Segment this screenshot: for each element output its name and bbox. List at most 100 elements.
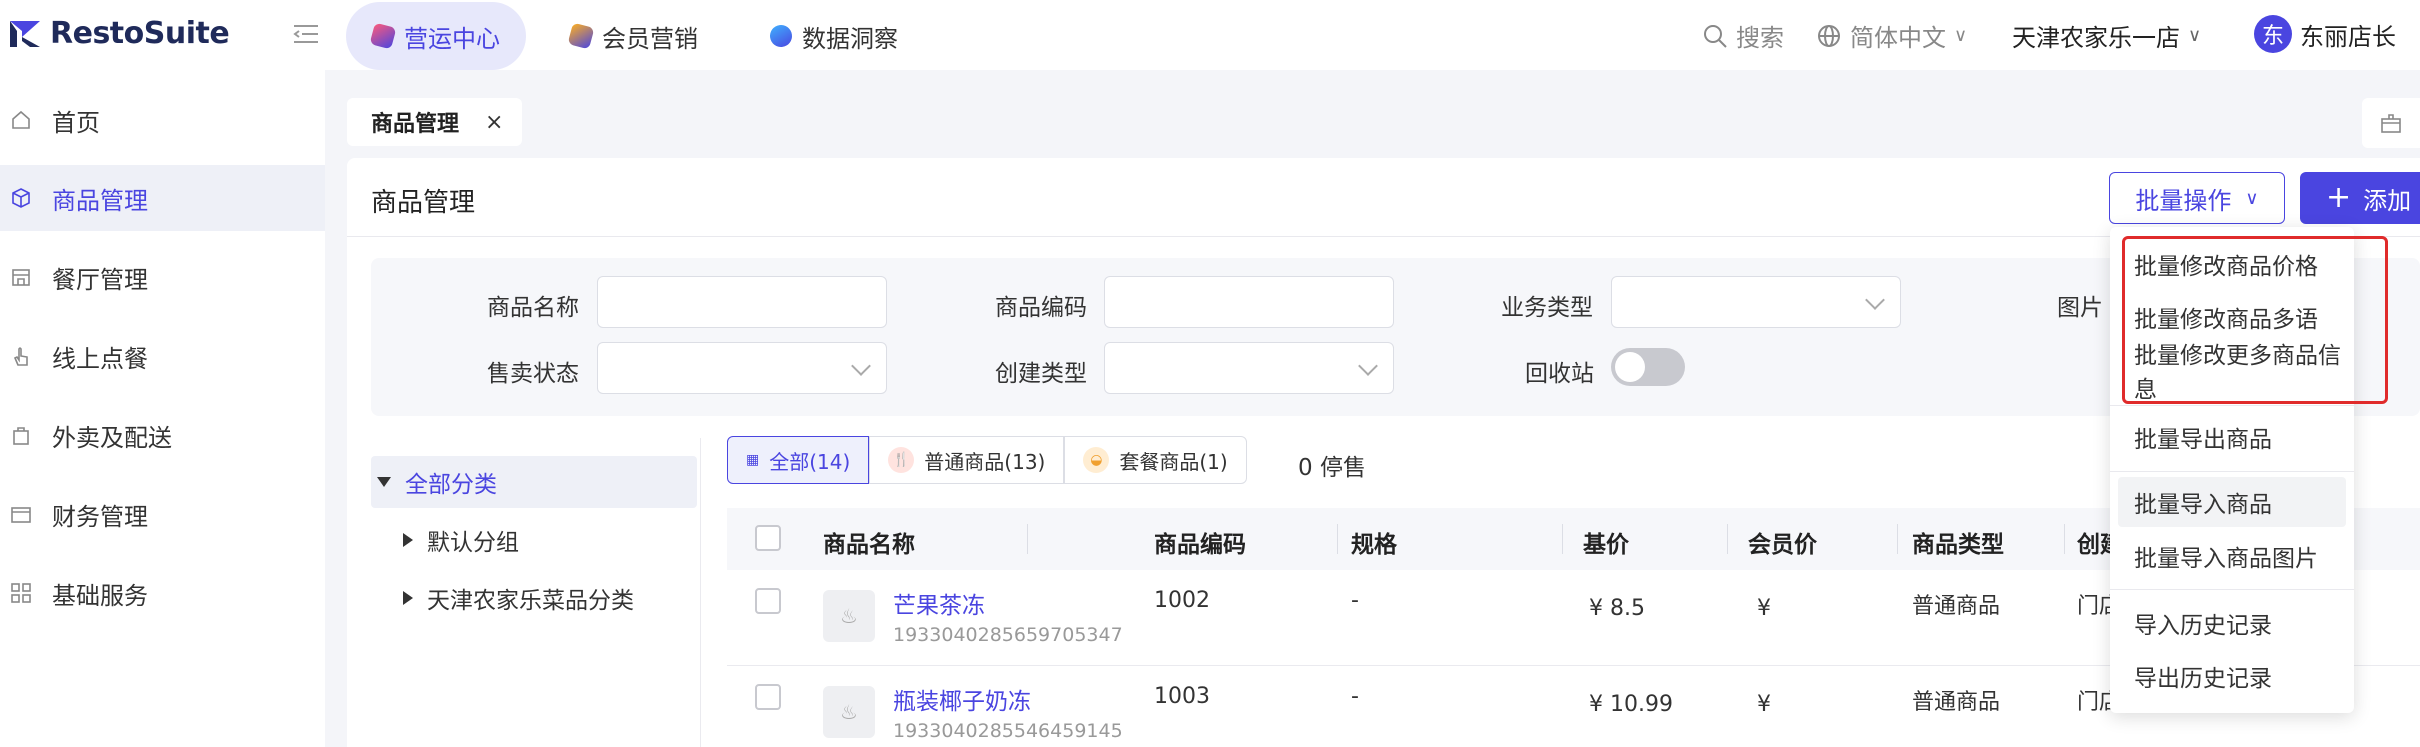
tab-regular[interactable]: 🍴 普通商品(13) [869, 436, 1065, 484]
fork-knife-icon: 🍴 [888, 447, 915, 473]
box-icon [12, 188, 30, 208]
product-price: ¥ 8.5 [1589, 596, 1645, 621]
nav-tab-operations[interactable]: 营运中心 [346, 2, 526, 70]
sidebar: 首页 商品管理 餐厅管理 线上点餐 外卖及配送 财务管理 基础服务 [0, 70, 325, 747]
nav-tab-marketing[interactable]: 会员营销 [567, 2, 698, 70]
marketing-icon [567, 22, 595, 50]
sidebar-item-label: 餐厅管理 [52, 265, 148, 294]
tree-item-all[interactable]: 全部分类 [371, 456, 697, 508]
menu-item-import-history[interactable]: 导入历史记录 [2110, 598, 2354, 648]
page-tab-products[interactable]: 商品管理 × [347, 98, 522, 146]
menu-divider [2110, 471, 2354, 472]
home-icon [12, 110, 30, 129]
collapse-menu-icon[interactable] [292, 22, 320, 46]
menu-divider [2110, 589, 2354, 590]
tree-item-tianjin-category[interactable]: 天津农家乐菜品分类 [403, 572, 634, 624]
sidebar-item-basic-services[interactable]: 基础服务 [0, 560, 325, 626]
menu-divider [2110, 405, 2354, 406]
sidebar-item-online-order[interactable]: 线上点餐 [0, 323, 325, 389]
batch-operations-button[interactable]: 批量操作 ∨ [2109, 172, 2285, 224]
store-label: 天津农家乐一店 [2012, 24, 2180, 52]
avatar: 东 [2254, 15, 2292, 53]
filter-label: 业务类型 [1501, 295, 1593, 321]
column-header: 商品名称 [823, 532, 915, 558]
business-type-select[interactable] [1611, 276, 1901, 328]
store-icon [12, 269, 30, 286]
recycle-bin-toggle[interactable] [1611, 348, 1685, 386]
caret-right-icon [403, 533, 413, 547]
plus-icon: + [2326, 180, 2352, 215]
tree-item-default-group[interactable]: 默认分组 [403, 514, 519, 566]
tab-label: 套餐商品(1) [1119, 449, 1228, 474]
product-type: 普通商品 [1912, 690, 2001, 715]
store-select[interactable]: 天津农家乐一店 ∨ [2012, 18, 2201, 53]
globe-icon [1818, 24, 1840, 47]
product-code-input[interactable] [1104, 276, 1394, 328]
sidebar-item-finance[interactable]: 财务管理 [0, 481, 325, 547]
insights-icon [767, 22, 795, 50]
menu-item-label: 批量导出商品 [2134, 427, 2272, 453]
annotation-highlight-box [2122, 236, 2388, 404]
column-separator [1897, 524, 1898, 554]
restosuite-logo-icon [10, 20, 40, 47]
nav-tab-insights[interactable]: 数据洞察 [767, 2, 898, 70]
top-bar: RestoSuite 营运中心 会员营销 数据洞察 搜索 简体中文 ∨ 天津农家… [0, 0, 2420, 70]
caret-down-icon [377, 477, 391, 487]
bag-icon [13, 427, 29, 445]
toolbar-side-button[interactable] [2362, 98, 2420, 148]
nav-tab-label: 营运中心 [404, 24, 500, 53]
chevron-down-icon [851, 356, 871, 376]
user-menu[interactable]: 东 东丽店长 [2254, 15, 2396, 53]
language-label: 简体中文 [1850, 24, 1946, 52]
menu-item-batch-export[interactable]: 批量导出商品 [2110, 412, 2354, 462]
sidebar-item-label: 首页 [52, 108, 100, 137]
row-checkbox[interactable] [755, 588, 781, 614]
chevron-down-icon: ∨ [2245, 187, 2259, 209]
sidebar-item-restaurant[interactable]: 餐厅管理 [0, 244, 325, 310]
operations-icon [369, 22, 397, 50]
sidebar-item-products[interactable]: 商品管理 [0, 165, 325, 231]
chevron-down-icon [1358, 356, 1378, 376]
user-name: 东丽店长 [2300, 22, 2396, 51]
tab-all[interactable]: ▦ 全部(14) [727, 436, 870, 484]
column-separator [1337, 524, 1338, 554]
product-id: 1933040285659705347 [893, 624, 1123, 646]
menu-item-batch-import-images[interactable]: 批量导入商品图片 [2110, 531, 2354, 581]
column-header: 规格 [1351, 532, 1397, 558]
menu-item-batch-import[interactable]: 批量导入商品 [2118, 477, 2346, 527]
create-type-select[interactable] [1104, 342, 1394, 394]
sidebar-item-label: 商品管理 [52, 186, 148, 215]
search-button[interactable]: 搜索 [1702, 18, 1784, 53]
search-icon [1704, 24, 1727, 48]
logo[interactable]: RestoSuite [8, 16, 230, 51]
grid-icon: ▦ [746, 452, 760, 468]
product-name-link[interactable]: 瓶装椰子奶冻 [893, 682, 1031, 716]
row-checkbox[interactable] [755, 684, 781, 710]
close-icon[interactable]: × [485, 110, 503, 135]
column-header: 基价 [1583, 532, 1629, 558]
language-select[interactable]: 简体中文 ∨ [1816, 18, 1967, 53]
product-type-tabs: ▦ 全部(14) 🍴 普通商品(13) ◒ 套餐商品(1) [727, 436, 1247, 484]
sidebar-item-label: 财务管理 [52, 502, 148, 531]
sale-status-select[interactable] [597, 342, 887, 394]
sidebar-item-label: 线上点餐 [52, 344, 148, 373]
select-all-checkbox[interactable] [755, 525, 781, 551]
tab-combo[interactable]: ◒ 套餐商品(1) [1064, 436, 1247, 484]
sidebar-item-delivery[interactable]: 外卖及配送 [0, 402, 325, 468]
sidebar-item-home[interactable]: 首页 [0, 87, 325, 153]
filter-label: 售卖状态 [487, 361, 579, 387]
chef-hat-icon: ♨ [840, 604, 858, 628]
member-price: ¥ [1757, 596, 1771, 621]
product-name-link[interactable]: 芒果茶冻 [893, 586, 985, 620]
menu-item-export-history[interactable]: 导出历史记录 [2110, 651, 2354, 701]
stopped-count: 0 停售 [1298, 455, 1366, 481]
product-name-input[interactable] [597, 276, 887, 328]
column-separator [1027, 524, 1028, 554]
filter-label: 商品编码 [995, 295, 1087, 321]
filter-label: 回收站 [1525, 361, 1594, 387]
tree-item-label: 天津农家乐菜品分类 [427, 588, 634, 614]
add-button[interactable]: + 添加 [2300, 172, 2420, 224]
menu-item-label: 导入历史记录 [2134, 613, 2272, 639]
grid-icon [11, 583, 31, 603]
column-separator [2064, 524, 2065, 554]
